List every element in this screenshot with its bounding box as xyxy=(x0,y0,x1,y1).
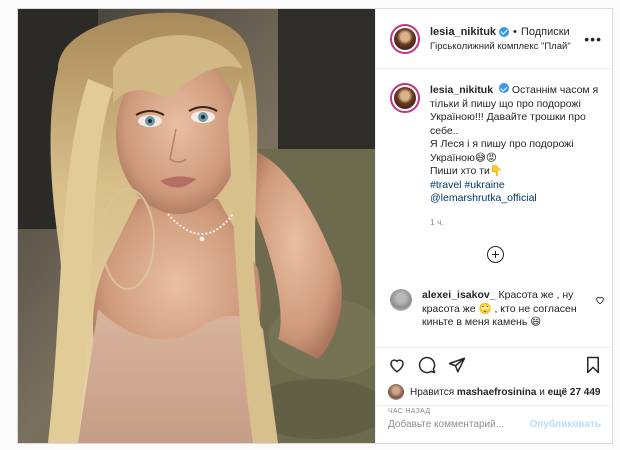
caption-line: тільки й пишу що про подорожі xyxy=(430,97,581,110)
post-location[interactable]: Гірськолижний комплекс "Плай" xyxy=(430,41,578,52)
comment-item: alexei_isakov_ Красота же , ну красота ж… xyxy=(390,289,605,330)
caption-line: Останнім часом я xyxy=(511,84,599,96)
post-caption: lesia_nikituk Останнім часом я тільки й … xyxy=(376,69,612,229)
following-button[interactable]: Подписки xyxy=(521,26,570,38)
more-dots-icon[interactable]: ••• xyxy=(584,32,602,46)
load-more-comments-icon[interactable] xyxy=(487,246,504,263)
caption-mention[interactable]: @lemarshrutka_official xyxy=(430,192,600,206)
share-paper-plane-icon[interactable] xyxy=(448,356,466,374)
caption-hashtags[interactable]: #travel #ukraine xyxy=(430,179,600,193)
caption-time: 1 ч. xyxy=(430,216,444,227)
caption-line: Пиши хто ти👇 xyxy=(430,165,503,177)
liker-username[interactable]: mashaefrosinina xyxy=(457,387,536,398)
post-header: lesia_nikituk • Подписки Гірськолижний к… xyxy=(376,9,612,69)
verified-badge-icon xyxy=(499,26,510,37)
post-sidebar: lesia_nikituk • Подписки Гірськолижний к… xyxy=(375,9,612,443)
post-card: lesia_nikituk • Подписки Гірськолижний к… xyxy=(17,8,613,444)
caption-verified-badge-icon xyxy=(498,83,509,93)
like-heart-icon[interactable] xyxy=(388,356,406,374)
caption-author-avatar[interactable] xyxy=(390,83,420,113)
caption-line: Я Леся і я пишу про подорожі xyxy=(430,138,574,150)
likes-count[interactable]: ещё 27 449 xyxy=(548,387,601,398)
liker-avatar[interactable] xyxy=(388,384,404,400)
author-avatar[interactable] xyxy=(390,23,420,54)
add-comment-input[interactable] xyxy=(388,419,530,430)
comment-line: красота же 🙄 , кто не согласен xyxy=(422,302,577,315)
publish-button[interactable]: Опубликовать xyxy=(530,419,601,430)
likes-summary: Нравится mashaefrosinina и ещё 27 449 xyxy=(388,384,601,400)
selfie-photo-image xyxy=(18,9,375,443)
likes-prefix: Нравится xyxy=(410,386,455,398)
post-photo[interactable] xyxy=(18,9,375,443)
commenter-username[interactable]: alexei_isakov_ xyxy=(422,289,496,301)
comment-bubble-icon[interactable] xyxy=(418,356,436,374)
comment-line: киньте в меня камень 😄 xyxy=(422,316,542,328)
caption-username[interactable]: lesia_nikituk xyxy=(430,84,493,96)
caption-line: Україною!!! Давайте трошки про xyxy=(430,111,586,123)
comment-line: Красота же , ну xyxy=(498,289,574,301)
comment-like-heart-icon[interactable] xyxy=(595,295,605,305)
caption-line: себе.. xyxy=(430,124,459,137)
likes-and: и xyxy=(539,386,545,398)
caption-line: Україною😅😡 xyxy=(430,151,497,164)
separator-dot: • xyxy=(513,25,517,38)
add-comment-bar: Опубликовать xyxy=(376,405,612,443)
author-username[interactable]: lesia_nikituk xyxy=(430,26,496,38)
save-bookmark-icon[interactable] xyxy=(585,356,601,374)
commenter-avatar[interactable] xyxy=(390,289,412,311)
